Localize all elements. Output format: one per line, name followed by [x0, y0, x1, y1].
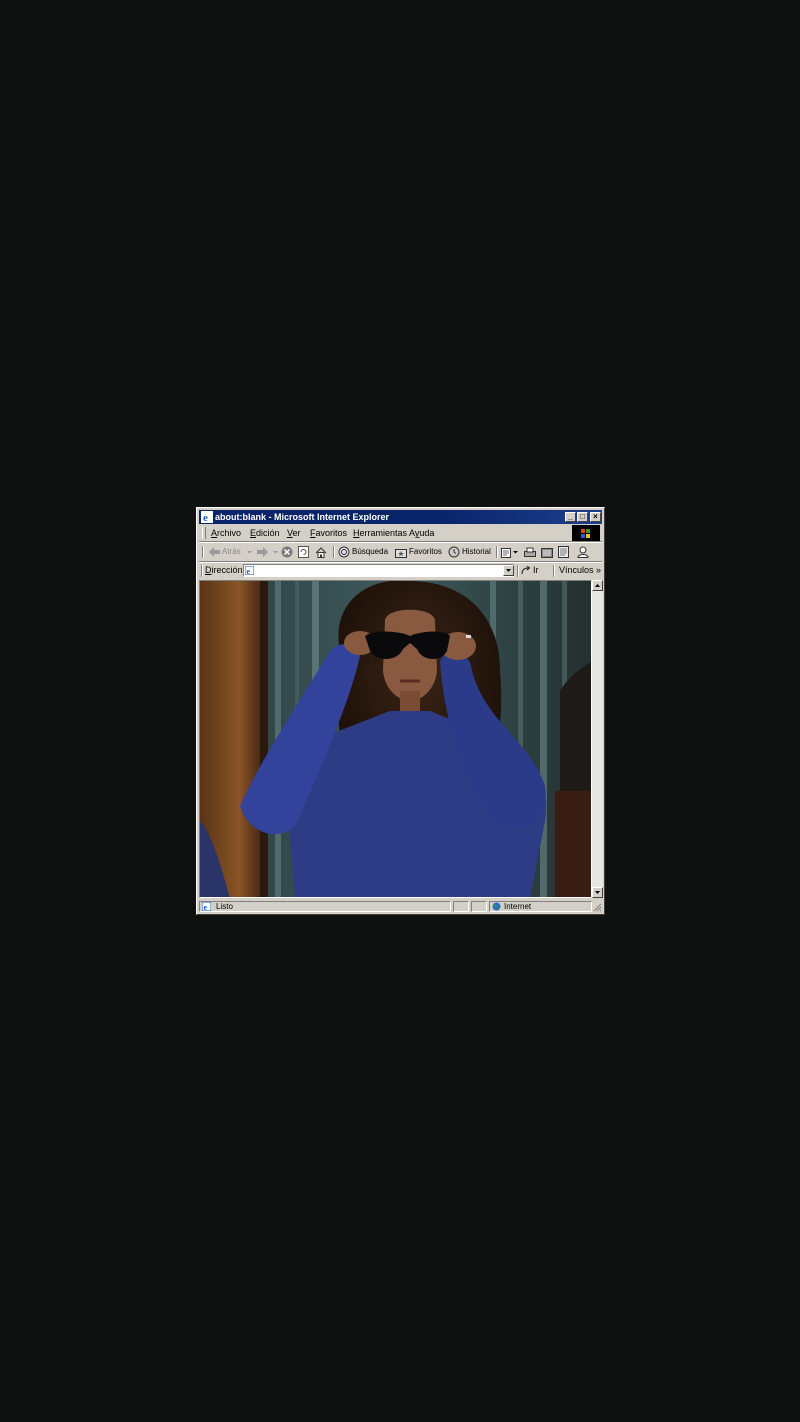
- svg-text:e: e: [203, 512, 208, 523]
- go-button[interactable]: Ir: [521, 562, 539, 579]
- arrow-up-icon: [595, 584, 600, 587]
- messenger-button[interactable]: [577, 543, 589, 561]
- scroll-down-button[interactable]: [592, 887, 603, 898]
- links-button[interactable]: Vínculos »: [559, 562, 601, 579]
- menu-archivo[interactable]: Archivo: [211, 525, 241, 541]
- chevron-down-icon: [246, 551, 252, 554]
- history-icon: [448, 546, 460, 558]
- document-icon: [558, 546, 569, 558]
- ie-logo-icon: e: [201, 511, 213, 523]
- resize-grip-icon[interactable]: [592, 902, 602, 912]
- windows-logo-throbber: [572, 525, 600, 541]
- ie-page-icon: e: [245, 566, 254, 575]
- status-zone: Internet: [504, 902, 532, 911]
- svg-text:e: e: [247, 567, 251, 575]
- address-input[interactable]: e: [243, 564, 514, 577]
- chevron-down-icon: [513, 551, 518, 554]
- go-arrow-icon: [521, 565, 531, 574]
- status-text-pane: e Listo: [199, 901, 451, 912]
- status-text: Listo: [216, 902, 233, 911]
- photo-woman-sunglasses: [200, 581, 591, 897]
- scroll-up-button[interactable]: [592, 580, 603, 591]
- minimize-button[interactable]: _: [565, 512, 576, 522]
- history-button[interactable]: Historial: [448, 543, 491, 561]
- arrow-down-icon: [595, 891, 600, 894]
- toolbar-separator: [496, 546, 498, 558]
- status-pane-empty: [453, 901, 469, 912]
- stop-button[interactable]: [281, 543, 293, 561]
- menu-herramientas[interactable]: Herramientas: [353, 525, 407, 541]
- menu-ayuda[interactable]: Ayuda: [409, 525, 434, 541]
- refresh-icon: [298, 546, 309, 558]
- forward-button[interactable]: [257, 543, 280, 561]
- forward-arrow-icon: [257, 547, 268, 557]
- links-separator: [553, 565, 555, 577]
- menu-edicion[interactable]: Edición: [250, 525, 280, 541]
- favorites-button[interactable]: Favoritos: [395, 543, 442, 561]
- discuss-button[interactable]: [558, 543, 569, 561]
- user-icon: [577, 546, 589, 558]
- mail-button[interactable]: [501, 543, 519, 561]
- svg-text:e: e: [204, 903, 208, 911]
- menu-ver[interactable]: Ver: [287, 525, 301, 541]
- browser-window: e about:blank - Microsoft Internet Explo…: [196, 507, 605, 915]
- back-arrow-icon: [209, 547, 220, 557]
- search-button[interactable]: Búsqueda: [338, 543, 388, 561]
- print-icon: [524, 547, 536, 557]
- toolbar-grip[interactable]: [202, 546, 204, 558]
- home-icon: [315, 546, 327, 558]
- back-button[interactable]: Atrás: [209, 543, 254, 561]
- address-dropdown-button[interactable]: [503, 565, 514, 576]
- favorites-folder-icon: [395, 548, 407, 558]
- page-content[interactable]: [199, 580, 592, 898]
- menu-favoritos[interactable]: Favoritos: [310, 525, 347, 541]
- globe-icon: [492, 902, 501, 911]
- address-bar: Dirección e Ir Vínculos »: [199, 562, 602, 579]
- edit-icon: [541, 547, 553, 558]
- address-grip[interactable]: [201, 565, 203, 577]
- home-button[interactable]: [315, 543, 327, 561]
- edit-button[interactable]: [541, 543, 553, 561]
- ie-page-icon: e: [202, 902, 211, 911]
- search-icon: [338, 546, 350, 558]
- status-bar: e Listo Internet: [199, 900, 602, 913]
- standard-toolbar: Atrás Búsqueda Favoritos Historial: [199, 543, 602, 561]
- address-separator: [517, 565, 519, 577]
- refresh-button[interactable]: [298, 543, 309, 561]
- title-bar[interactable]: e about:blank - Microsoft Internet Explo…: [199, 510, 602, 524]
- print-button[interactable]: [524, 543, 536, 561]
- mail-icon: [501, 547, 511, 558]
- status-pane-empty: [471, 901, 487, 912]
- menu-grip[interactable]: [202, 527, 206, 539]
- status-zone-pane: Internet: [489, 901, 592, 912]
- menu-bar: Archivo Edición Ver Favoritos Herramient…: [199, 525, 602, 541]
- address-label: Dirección: [205, 565, 243, 575]
- close-button[interactable]: ×: [590, 512, 601, 522]
- chevron-down-icon: [506, 569, 511, 572]
- vertical-scrollbar[interactable]: [592, 580, 603, 898]
- maximize-button[interactable]: □: [577, 512, 588, 522]
- stop-icon: [281, 546, 293, 558]
- chevron-down-icon: [273, 551, 278, 554]
- toolbar-separator: [333, 546, 335, 558]
- window-title: about:blank - Microsoft Internet Explore…: [215, 512, 390, 522]
